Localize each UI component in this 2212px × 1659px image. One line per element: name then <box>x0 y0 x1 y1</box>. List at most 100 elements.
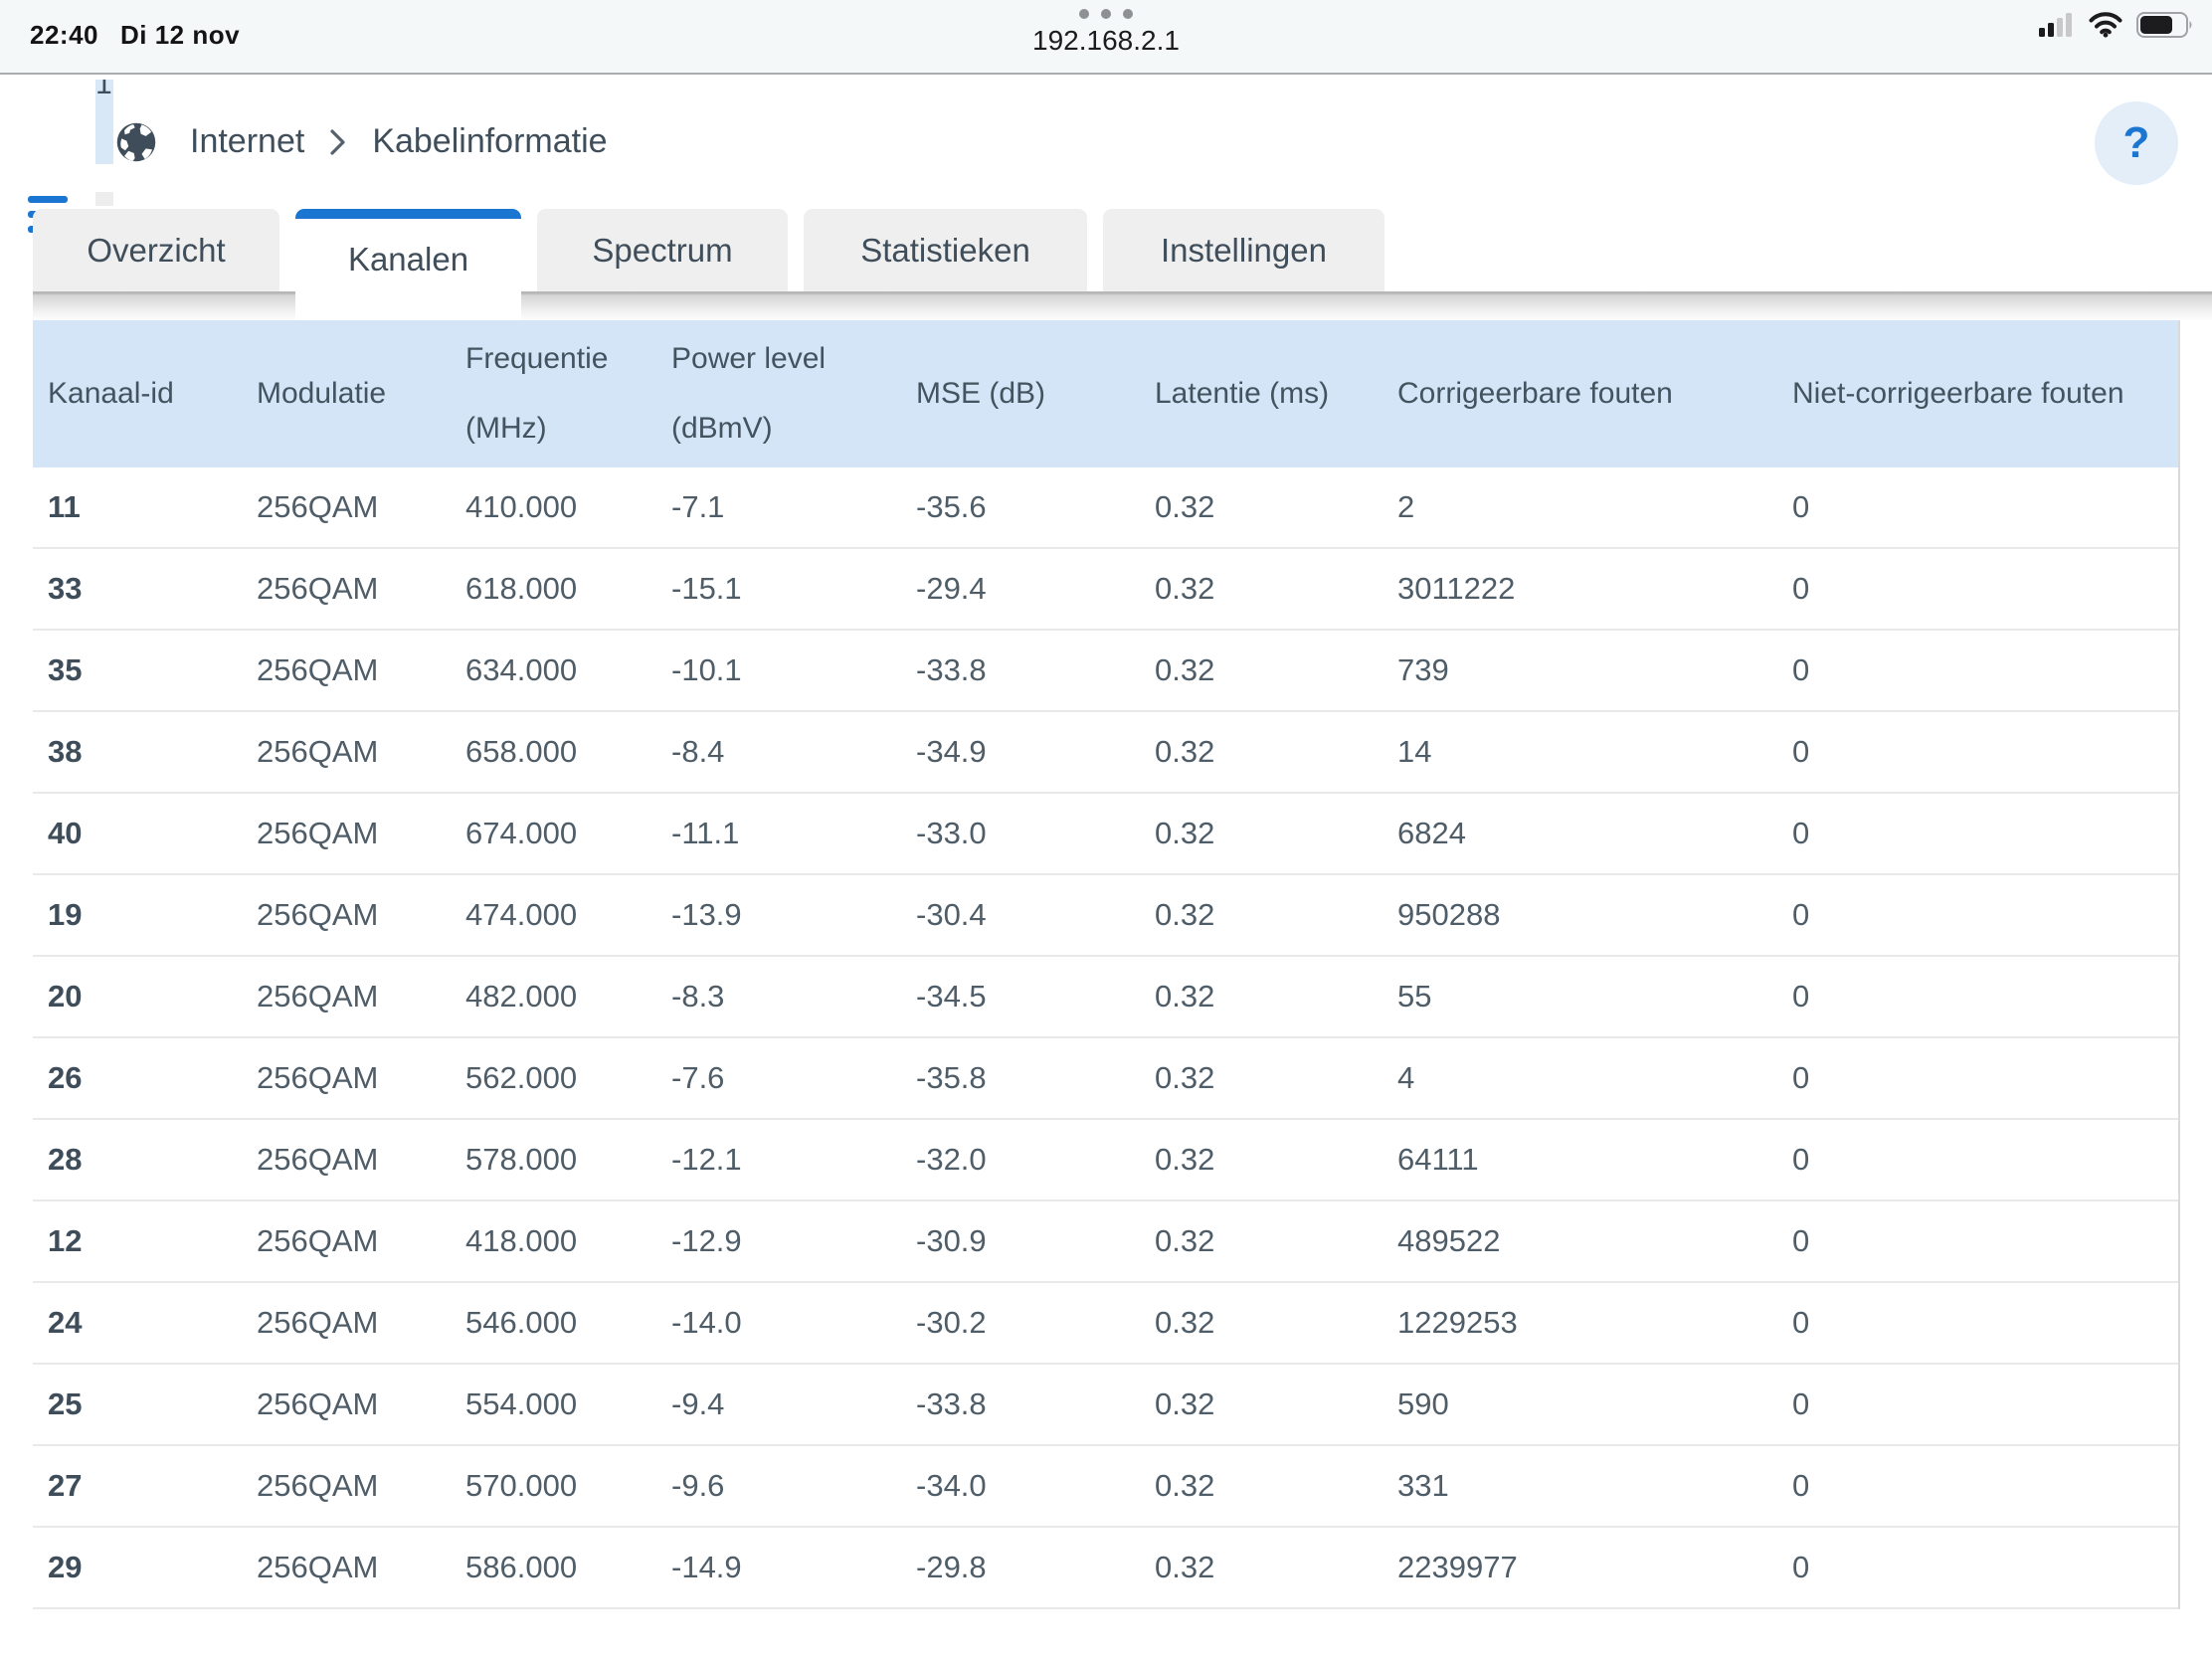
column-header: Niet-corrigeerbare fouten <box>1777 320 2178 467</box>
table-cell: -30.2 <box>901 1282 1140 1364</box>
globe-icon <box>114 120 158 164</box>
table-cell: 0 <box>1777 630 2178 711</box>
column-header: Modulatie <box>242 320 451 467</box>
channel-table: Kanaal-id Modulatie Frequentie(MHz) Powe… <box>33 320 2178 1609</box>
table-cell: -35.6 <box>901 467 1140 548</box>
table-cell: 0 <box>1777 1364 2178 1445</box>
breadcrumb-internet[interactable]: Internet <box>190 122 304 161</box>
table-cell: 20 <box>33 956 242 1037</box>
table-cell: -14.0 <box>656 1282 901 1364</box>
table-cell: 256QAM <box>242 874 451 956</box>
table-cell: 26 <box>33 1037 242 1119</box>
table-cell: 256QAM <box>242 793 451 874</box>
battery-icon <box>2136 12 2194 38</box>
tab-spectrum[interactable]: Spectrum <box>537 209 788 291</box>
table-cell: 0.32 <box>1140 1527 1382 1608</box>
help-button[interactable]: ? <box>2095 101 2178 185</box>
table-cell: 739 <box>1382 630 1777 711</box>
cellular-signal-icon <box>2039 13 2075 37</box>
table-cell: 256QAM <box>242 548 451 630</box>
app-header: 1a Internet Kabelinformatie ? <box>0 75 2212 209</box>
table-cell: 0 <box>1777 711 2178 793</box>
table-cell: 256QAM <box>242 956 451 1037</box>
table-cell: 256QAM <box>242 1037 451 1119</box>
table-cell: 0 <box>1777 956 2178 1037</box>
table-cell: 256QAM <box>242 1119 451 1200</box>
tab-kanalen[interactable]: Kanalen <box>295 209 521 320</box>
table-cell: 256QAM <box>242 467 451 548</box>
column-header: Corrigeerbare fouten <box>1382 320 1777 467</box>
tab-overzicht[interactable]: Overzicht <box>33 209 279 291</box>
screen: 22:40 Di 12 nov 192.168.2.1 <box>0 0 2212 1659</box>
table-cell: -13.9 <box>656 874 901 956</box>
table-cell: -33.8 <box>901 630 1140 711</box>
table-cell: 2 <box>1382 467 1777 548</box>
table-cell: 256QAM <box>242 1364 451 1445</box>
table-cell: 590 <box>1382 1364 1777 1445</box>
table-row: 28256QAM578.000-12.1-32.00.32641110 <box>33 1119 2178 1200</box>
channel-table-container: Kanaal-id Modulatie Frequentie(MHz) Powe… <box>33 320 2180 1609</box>
table-cell: -30.4 <box>901 874 1140 956</box>
autofill-artifact: 1a <box>95 80 113 164</box>
table-cell: -12.9 <box>656 1200 901 1282</box>
table-cell: 0 <box>1777 1200 2178 1282</box>
table-cell: 658.000 <box>451 711 656 793</box>
table-cell: 618.000 <box>451 548 656 630</box>
table-cell: 0.32 <box>1140 1119 1382 1200</box>
tab-instellingen[interactable]: Instellingen <box>1103 209 1384 291</box>
table-cell: 0 <box>1777 1119 2178 1200</box>
table-cell: 38 <box>33 711 242 793</box>
status-url[interactable]: 192.168.2.1 <box>1032 25 1180 57</box>
table-cell: -8.4 <box>656 711 901 793</box>
table-cell: 6824 <box>1382 793 1777 874</box>
table-cell: 4 <box>1382 1037 1777 1119</box>
wifi-icon <box>2089 12 2122 38</box>
table-cell: -34.5 <box>901 956 1140 1037</box>
table-cell: -29.4 <box>901 548 1140 630</box>
autofill-artifact-tail <box>95 192 113 206</box>
ellipsis-icon <box>0 9 2212 19</box>
table-cell: 546.000 <box>451 1282 656 1364</box>
table-cell: 0 <box>1777 1445 2178 1527</box>
table-cell: -9.6 <box>656 1445 901 1527</box>
tab-statistieken[interactable]: Statistieken <box>804 209 1087 291</box>
column-header: MSE (dB) <box>901 320 1140 467</box>
table-cell: 12 <box>33 1200 242 1282</box>
table-cell: 256QAM <box>242 1200 451 1282</box>
table-cell: 0.32 <box>1140 711 1382 793</box>
table-cell: 2239977 <box>1382 1527 1777 1608</box>
breadcrumb-current: Kabelinformatie <box>372 122 607 161</box>
table-cell: 0.32 <box>1140 874 1382 956</box>
table-cell: 256QAM <box>242 1282 451 1364</box>
table-cell: -7.6 <box>656 1037 901 1119</box>
table-cell: -33.8 <box>901 1364 1140 1445</box>
table-cell: -34.9 <box>901 711 1140 793</box>
table-cell: 0.32 <box>1140 467 1382 548</box>
table-cell: 11 <box>33 467 242 548</box>
table-cell: 489522 <box>1382 1200 1777 1282</box>
table-cell: 410.000 <box>451 467 656 548</box>
table-row: 12256QAM418.000-12.9-30.90.324895220 <box>33 1200 2178 1282</box>
table-row: 25256QAM554.000-9.4-33.80.325900 <box>33 1364 2178 1445</box>
table-cell: 0.32 <box>1140 1200 1382 1282</box>
table-row: 38256QAM658.000-8.4-34.90.32140 <box>33 711 2178 793</box>
chevron-right-icon <box>330 128 346 156</box>
table-cell: 0.32 <box>1140 548 1382 630</box>
table-cell: 0.32 <box>1140 1364 1382 1445</box>
table-row: 26256QAM562.000-7.6-35.80.3240 <box>33 1037 2178 1119</box>
table-cell: -9.4 <box>656 1364 901 1445</box>
table-cell: 14 <box>1382 711 1777 793</box>
table-cell: 0 <box>1777 1037 2178 1119</box>
table-cell: -15.1 <box>656 548 901 630</box>
table-cell: 0 <box>1777 1527 2178 1608</box>
table-cell: -29.8 <box>901 1527 1140 1608</box>
column-header: Frequentie(MHz) <box>451 320 656 467</box>
table-cell: 3011222 <box>1382 548 1777 630</box>
table-cell: 0.32 <box>1140 1037 1382 1119</box>
table-cell: -14.9 <box>656 1527 901 1608</box>
table-cell: -8.3 <box>656 956 901 1037</box>
table-cell: 28 <box>33 1119 242 1200</box>
table-cell: 256QAM <box>242 711 451 793</box>
table-cell: 674.000 <box>451 793 656 874</box>
table-cell: 25 <box>33 1364 242 1445</box>
